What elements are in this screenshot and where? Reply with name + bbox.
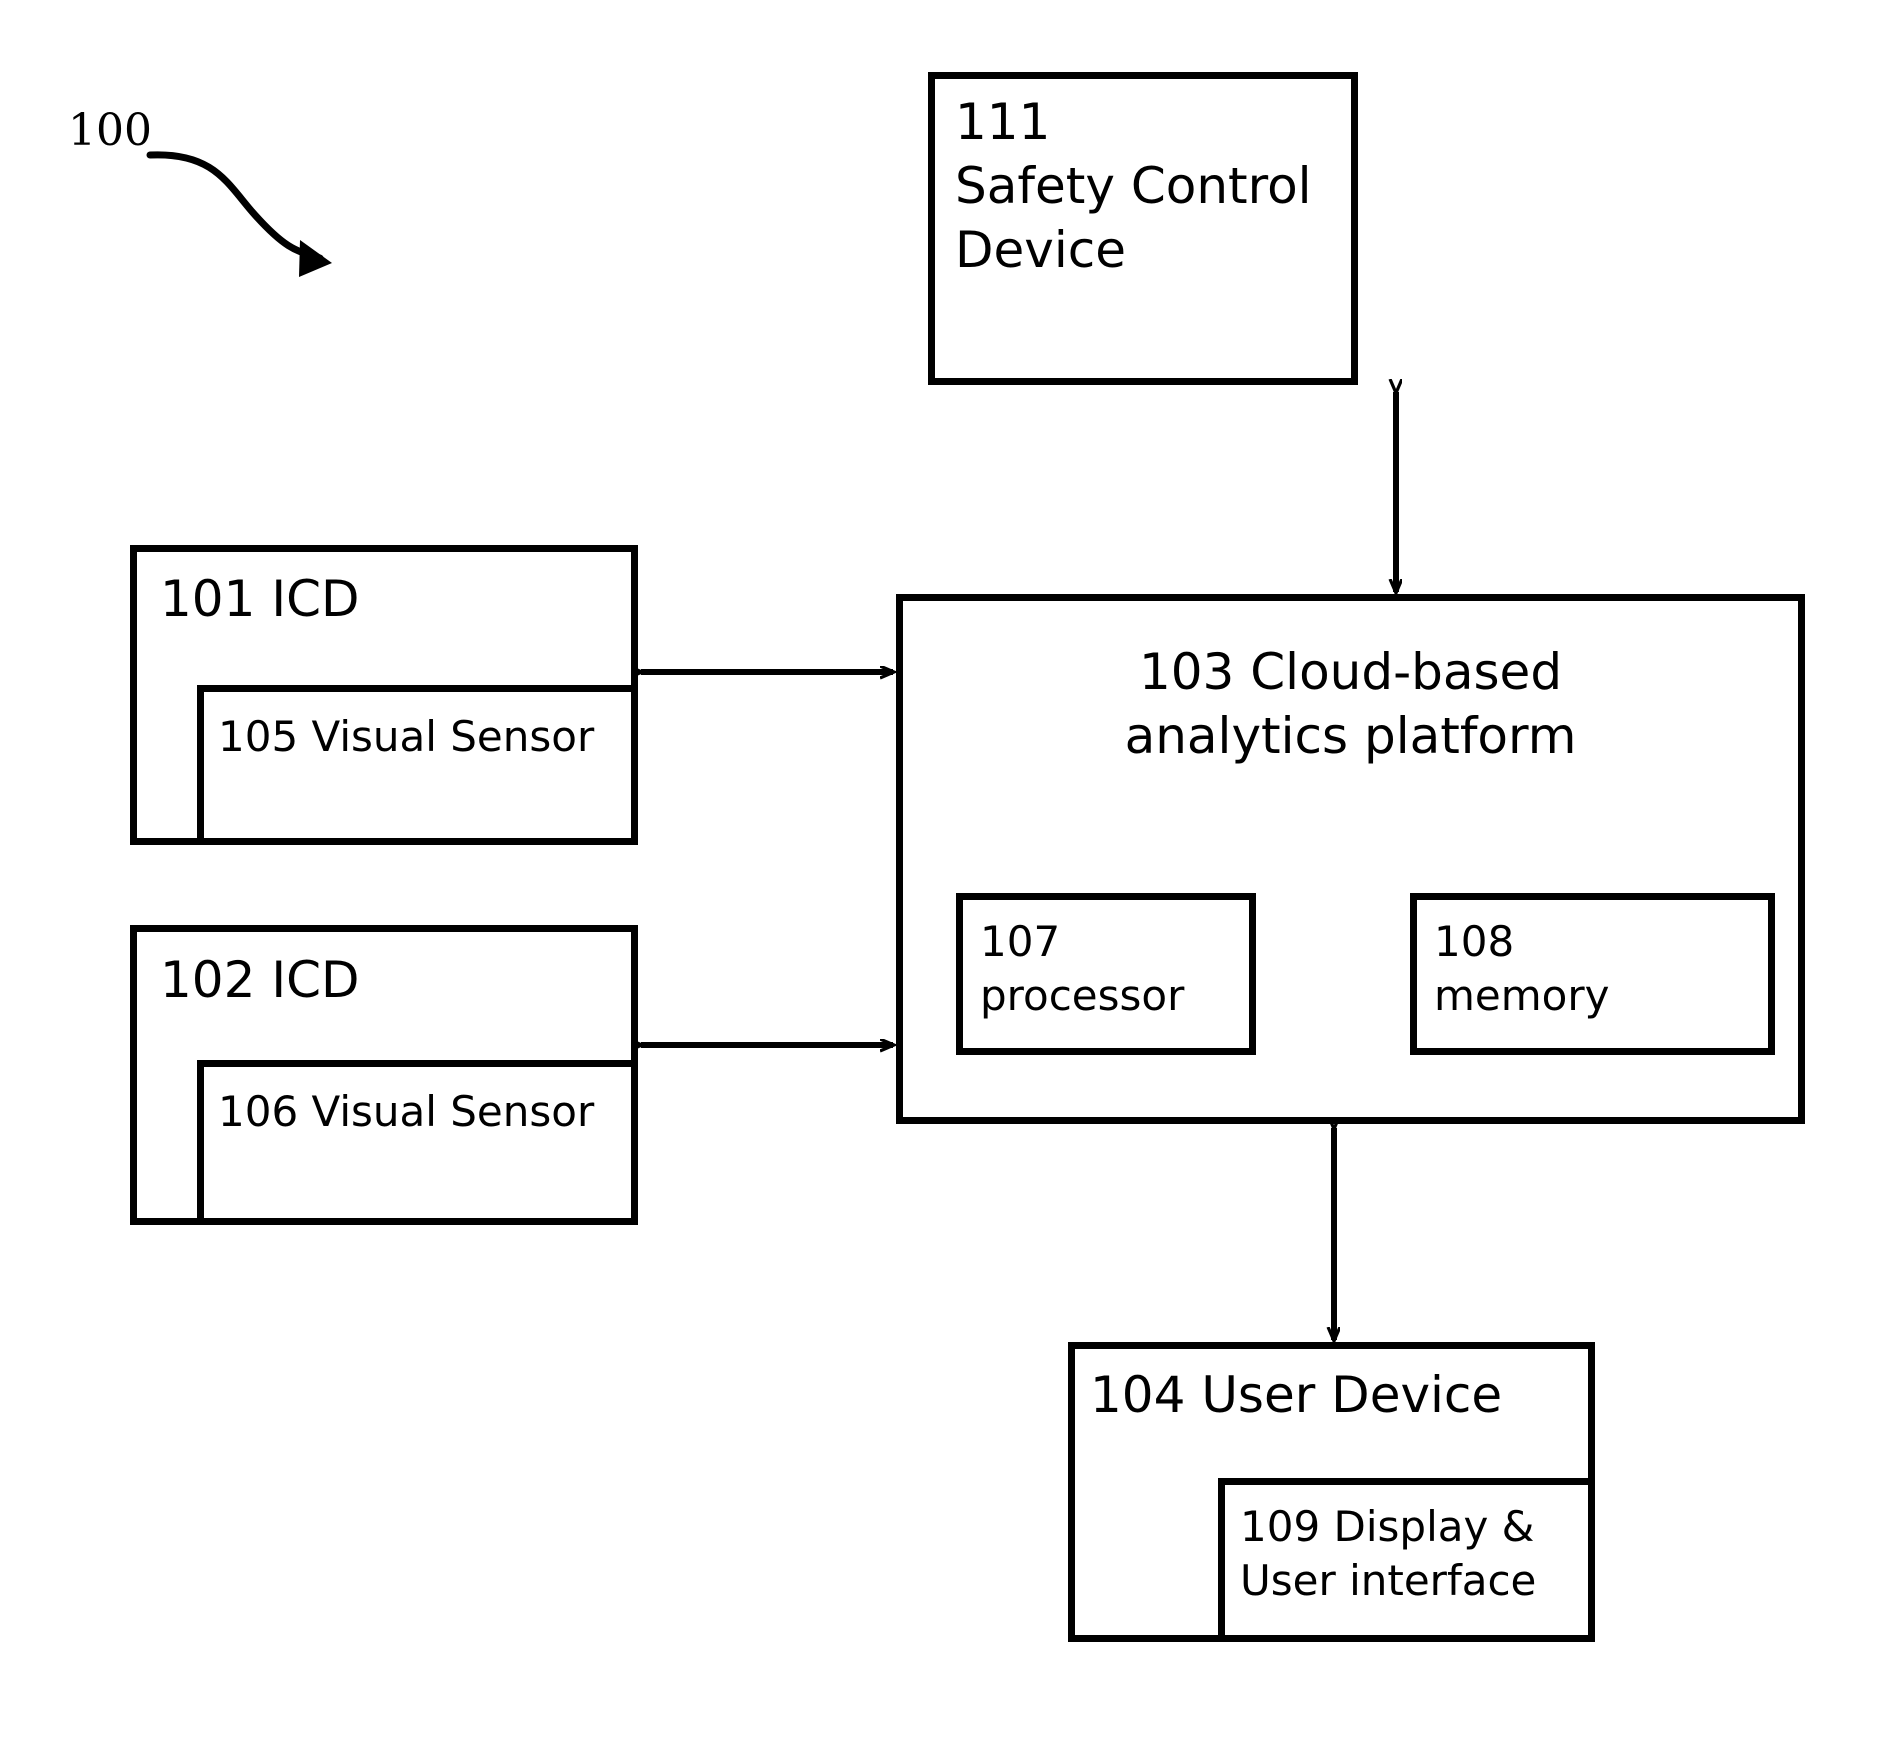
figure-pointer-curved-arrow-icon [146,151,332,277]
block-icd-102-label: 102 ICD [160,951,360,1009]
block-cloud-analytics-platform-label: 103 Cloud-based analytics platform [1124,643,1577,765]
block-display-user-interface-109-label: 109 Display & User interface [1240,1502,1537,1605]
block-visual-sensor-105[interactable] [197,685,638,845]
figure-reference-numeral: 100 [68,105,152,156]
block-icd-101-label: 101 ICD [160,570,360,628]
block-safety-control-device-label: 111 Safety Control Device [955,93,1312,279]
block-visual-sensor-105-label: 105 Visual Sensor [218,712,595,761]
block-visual-sensor-106-label: 106 Visual Sensor [218,1087,595,1136]
diagram-canvas: 100 111 Safety Control Device 101 ICD 10… [0,0,1903,1750]
block-user-device-104-label: 104 User Device [1090,1366,1503,1424]
block-memory-108-label: 108 memory [1434,917,1610,1020]
block-processor-107-label: 107 processor [980,917,1185,1020]
